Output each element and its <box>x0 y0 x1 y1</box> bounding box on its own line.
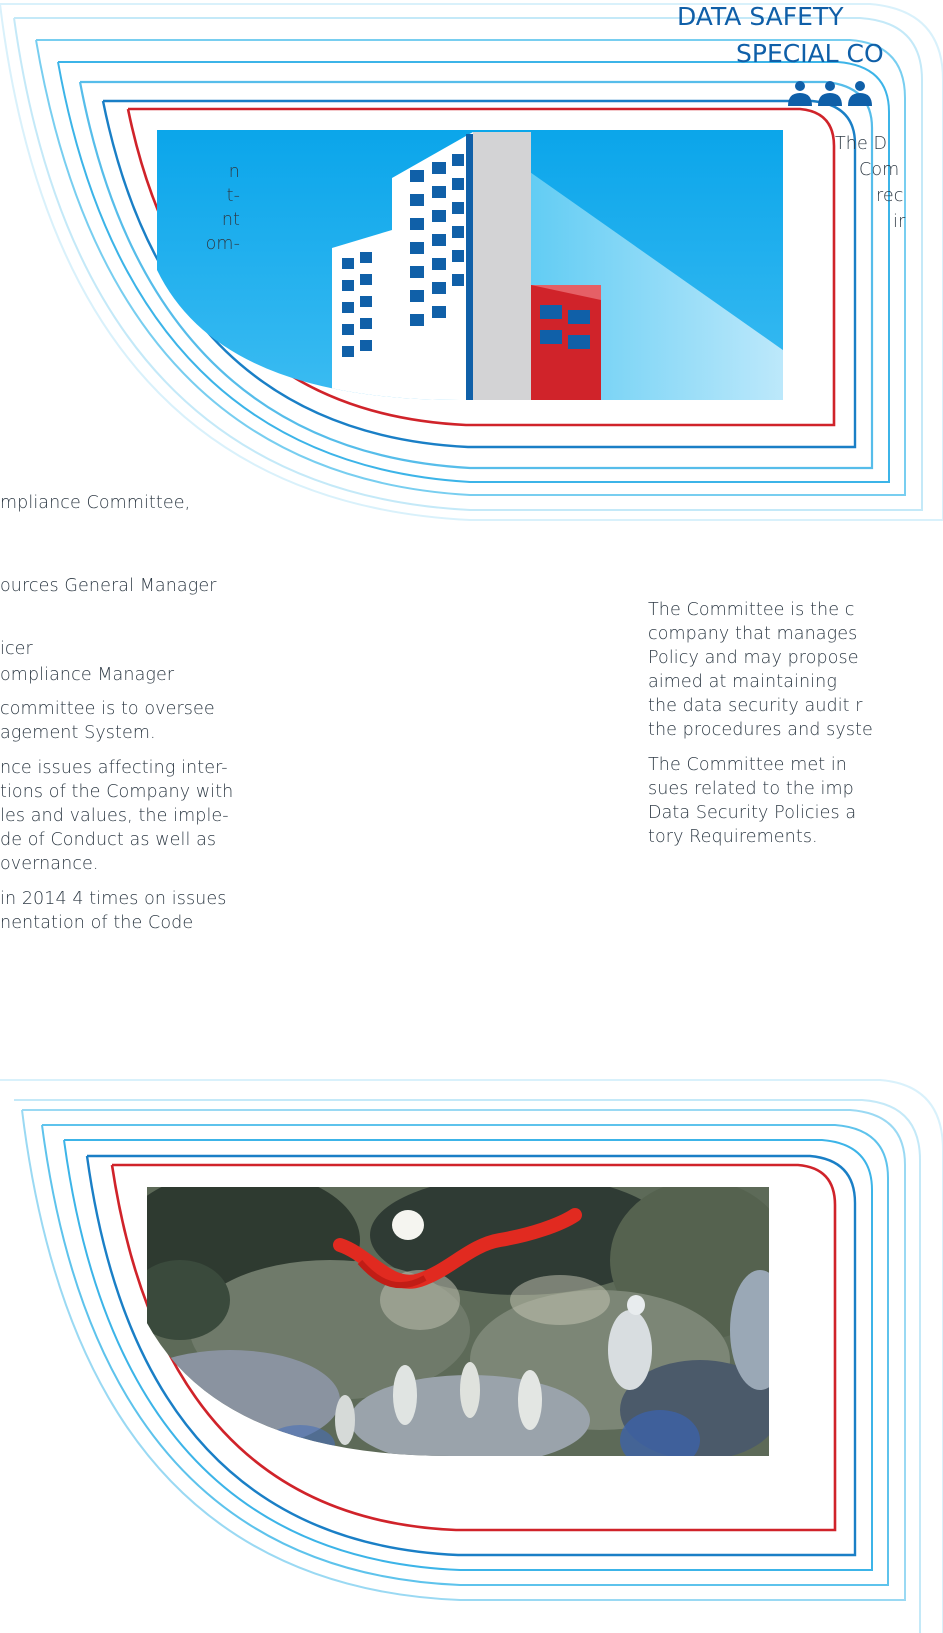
building-illustration <box>157 130 783 400</box>
left-p3: icer <box>0 639 33 659</box>
left-p6-l1: nce issues affecting inter- <box>0 758 228 778</box>
left-p6: nce issues affecting inter- tions of the… <box>0 756 270 876</box>
right-p1: The Committee is the c company that mana… <box>648 598 943 742</box>
right-p1-l3: Policy and may propose <box>648 648 859 668</box>
right-p1-l1: The Committee is the c <box>648 600 855 620</box>
right-column: The Committee is the c company that mana… <box>648 598 943 860</box>
left-p6-l2: tions of the Company with <box>0 782 234 802</box>
right-p1-l4: aimed at maintaining <box>648 672 837 692</box>
left-fragment-2: t- <box>226 186 240 206</box>
right-p1-l5: the data security audit r <box>648 696 863 716</box>
left-p4: ompliance Manager <box>0 665 175 685</box>
left-p6-l5: overnance. <box>0 854 99 874</box>
left-fragment-lines: n t- nt om- <box>150 160 240 256</box>
left-p7: in 2014 4 times on issues nentation of t… <box>0 887 270 935</box>
left-p5-l1: committee is to oversee <box>0 699 215 719</box>
abstract-painting <box>147 1187 769 1456</box>
left-p7-l2: nentation of the Code <box>0 913 194 933</box>
right-intro-line-2: Com <box>859 160 900 180</box>
right-intro-line-4: ir <box>893 212 906 232</box>
left-fragment-1: n <box>228 162 240 182</box>
right-p2-l2: sues related to the imp <box>648 779 854 799</box>
right-intro-line-1: The D <box>835 134 888 154</box>
right-p1-l6: the procedures and syste <box>648 720 873 740</box>
left-p6-l4: de of Conduct as well as <box>0 830 217 850</box>
right-p2-l3: Data Security Policies a <box>648 803 857 823</box>
right-p2-l4: tory Requirements. <box>648 827 818 847</box>
left-fragment-3: nt <box>221 210 240 230</box>
right-p2-l1: The Committee met in <box>648 755 848 775</box>
left-p7-l1: in 2014 4 times on issues <box>0 889 227 909</box>
title-line-1: DATA SAFETY <box>677 2 844 31</box>
left-p2: ources General Manager <box>0 576 217 596</box>
left-p6-l3: les and values, the imple- <box>0 806 229 826</box>
left-fragment-4: om- <box>205 234 240 254</box>
left-p5-l2: agement System. <box>0 723 156 743</box>
right-p2: The Committee met in sues related to the… <box>648 753 943 849</box>
right-p1-l2: company that manages <box>648 624 858 644</box>
left-column: mpliance Committee, ources General Manag… <box>0 491 270 946</box>
left-p1: mpliance Committee, <box>0 493 191 513</box>
left-p5: committee is to oversee agement System. <box>0 697 270 745</box>
three-people-icon <box>788 81 872 106</box>
right-intro-line-3: rec <box>876 186 904 206</box>
title-line-2: SPECIAL CO <box>736 39 884 68</box>
